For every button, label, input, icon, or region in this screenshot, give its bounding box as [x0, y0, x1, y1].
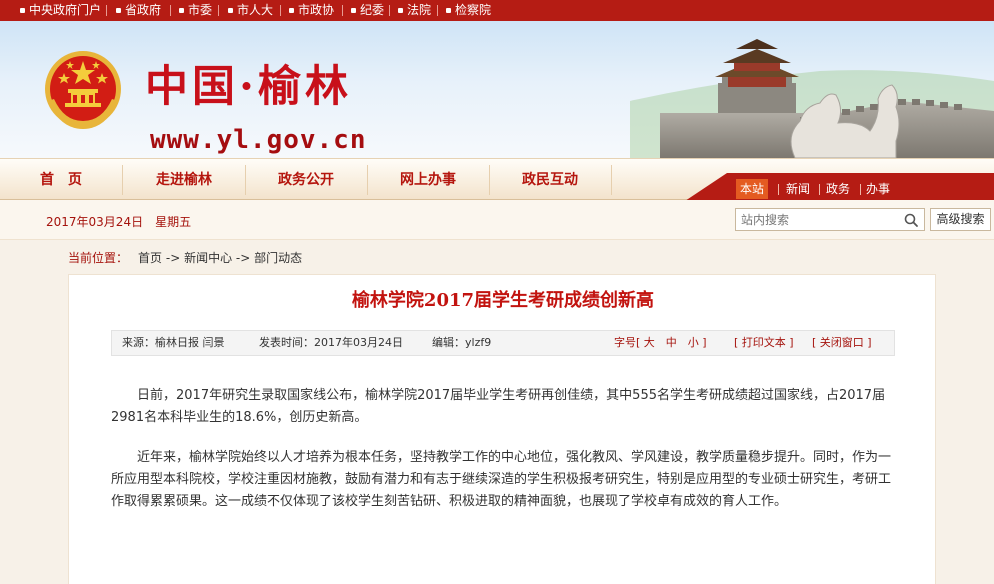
current-date: 2017年03月24日 星期五 [46, 215, 192, 229]
top-links-bar: 中央政府门户 省政府 市委 市人大 市政协 纪委 法院 检察院 [0, 0, 994, 21]
breadcrumb-label: 当前位置： [68, 251, 129, 265]
breadcrumb: 当前位置： 首页 -> 新闻中心 -> 部门动态 [68, 250, 302, 266]
advanced-search-button[interactable]: 高级搜索 [930, 208, 991, 231]
subnav-services[interactable]: 办事 [862, 179, 894, 199]
dot-icon [228, 8, 233, 13]
nav-online-services[interactable]: 网上办事 [367, 159, 489, 201]
breadcrumb-department-news[interactable]: 部门动态 [254, 251, 302, 265]
site-banner: 中国·榆林 www.yl.gov.cn [0, 21, 994, 158]
dot-icon [398, 8, 403, 13]
top-link-discipline[interactable]: 纪委 [349, 0, 384, 21]
article-editor: 编辑：ylzf9 [432, 336, 492, 349]
divider [437, 5, 438, 16]
nav-interaction[interactable]: 政民互动 [489, 159, 611, 201]
subnav-site[interactable]: 本站 [736, 179, 768, 199]
city-wall-image [630, 39, 994, 158]
site-url: www.yl.gov.cn [150, 125, 367, 155]
top-link-city-committee[interactable]: 市委 [177, 0, 212, 21]
divider [280, 5, 281, 16]
divider [819, 184, 820, 195]
nav-gov-affairs[interactable]: 政务公开 [245, 159, 367, 201]
breadcrumb-separator: -> [165, 251, 181, 265]
article-paragraph: 日前，2017年研究生录取国家线公布，榆林学院2017届毕业学生考研再创佳绩，其… [111, 388, 886, 425]
article-body: 日前，2017年研究生录取国家线公布，榆林学院2017届毕业学生考研再创佳绩，其… [111, 385, 895, 531]
top-link-npc[interactable]: 市人大 [226, 0, 273, 21]
divider [389, 5, 390, 16]
dot-icon [20, 8, 25, 13]
article-source: 来源：榆林日报 闫景 [122, 336, 225, 349]
article-paragraph: 近年来，榆林学院始终以人才培养为根本任务，坚持教学工作的中心地位，强化教风、学风… [111, 450, 892, 509]
top-link-procuratorate[interactable]: 检察院 [444, 0, 491, 21]
article-meta-bar: 来源：榆林日报 闫景 发表时间：2017年03月24日 编辑：ylzf9 字号[… [111, 330, 895, 356]
article-publish-date: 发表时间：2017年03月24日 [259, 336, 403, 349]
site-search-input[interactable] [735, 208, 925, 231]
divider [860, 184, 861, 195]
site-title: 中国·榆林 [145, 62, 352, 112]
date-search-row: 2017年03月24日 星期五 高级搜索 [0, 200, 994, 240]
nav-about-yulin[interactable]: 走进榆林 [123, 159, 245, 201]
close-window-button[interactable]: [ 关闭窗口 ] [812, 331, 872, 355]
print-button[interactable]: [ 打印文本 ] [734, 331, 794, 355]
top-link-cppcc[interactable]: 市政协 [287, 0, 334, 21]
divider [218, 5, 219, 16]
top-link-central-gov[interactable]: 中央政府门户 [18, 0, 101, 21]
dot-icon [446, 8, 451, 13]
divider [342, 5, 343, 16]
divider [611, 165, 612, 195]
breadcrumb-separator: -> [235, 251, 251, 265]
subnav-news[interactable]: 新闻 [782, 179, 814, 199]
subnav-affairs[interactable]: 政务 [822, 179, 854, 199]
divider [778, 184, 779, 195]
dot-icon [179, 8, 184, 13]
dot-icon [289, 8, 294, 13]
breadcrumb-news-center[interactable]: 新闻中心 [184, 251, 232, 265]
dot-icon [116, 8, 121, 13]
top-link-province-gov[interactable]: 省政府 [114, 0, 161, 21]
font-size-control[interactable]: 字号[ 大 中 小 ] [614, 331, 707, 355]
article-container: 榆林学院2017届学生考研成绩创新高 来源：榆林日报 闫景 发表时间：2017年… [68, 274, 936, 584]
nav-home[interactable]: 首 页 [0, 159, 122, 201]
dot-icon [351, 8, 356, 13]
search-icon[interactable] [903, 212, 919, 228]
emblem-icon[interactable] [40, 49, 126, 133]
top-link-court[interactable]: 法院 [396, 0, 431, 21]
main-nav: 首 页 走进榆林 政务公开 网上办事 政民互动 本站 新闻 政务 办事 [0, 158, 994, 201]
divider [106, 5, 107, 16]
divider [170, 5, 171, 16]
breadcrumb-home[interactable]: 首页 [138, 251, 162, 265]
article-title: 榆林学院2017届学生考研成绩创新高 [351, 290, 655, 311]
